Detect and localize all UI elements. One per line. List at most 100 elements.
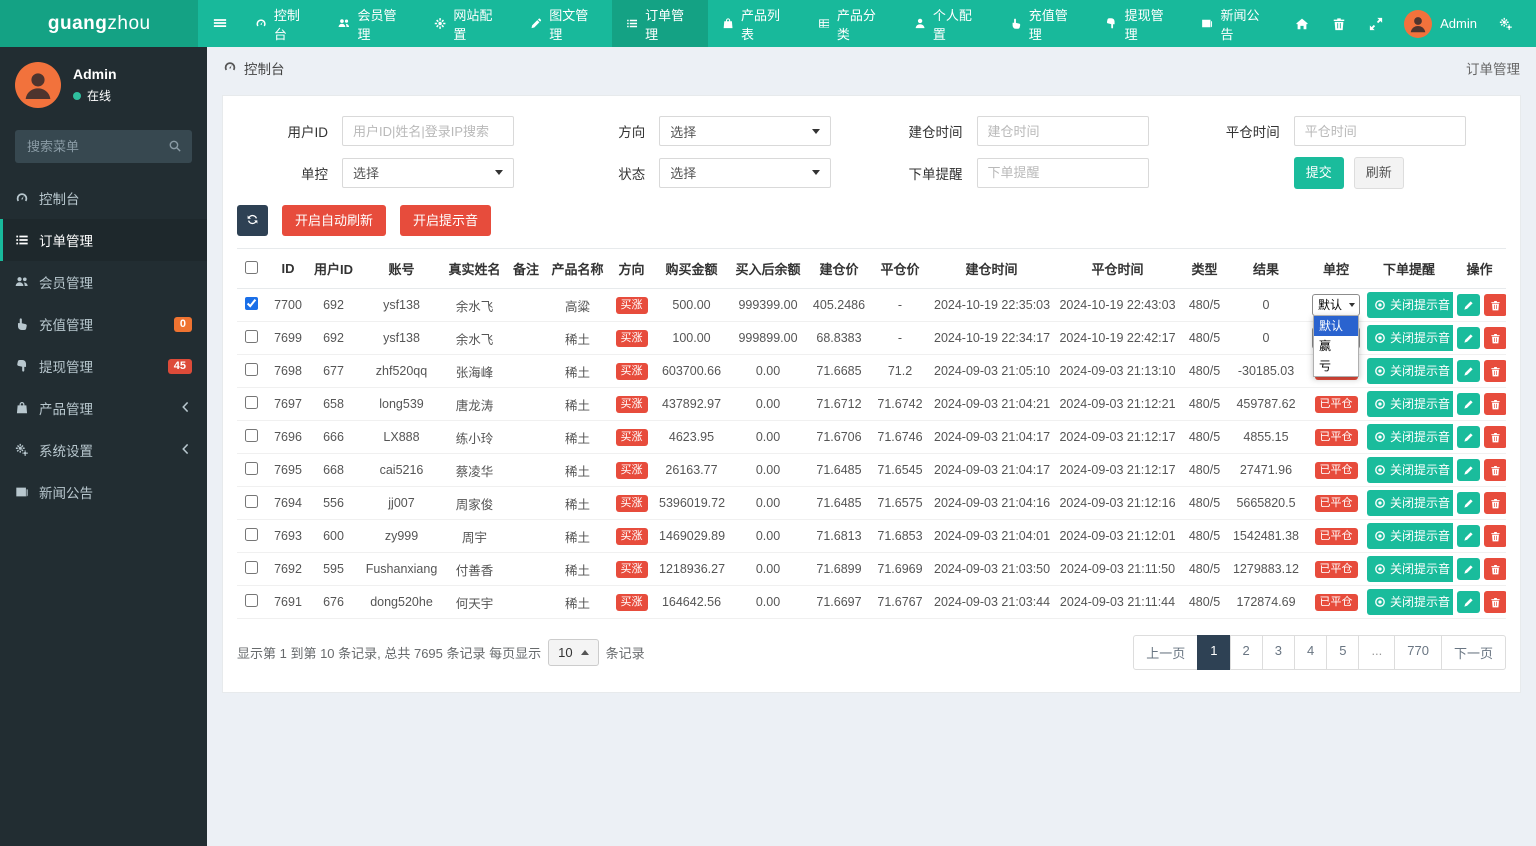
topnav-item-news[interactable]: 新闻公告 [1187,0,1283,47]
order-remind-input[interactable] [976,157,1149,188]
topnav-user[interactable]: Admin [1394,9,1487,38]
trash-icon [1491,465,1500,475]
edit-button[interactable] [1457,525,1480,548]
page-button-5[interactable]: 5 [1326,635,1360,671]
prev-page-button[interactable]: 上一页 [1133,635,1199,671]
topnav-item-console[interactable]: 控制台 [241,0,325,47]
topnav-item-profile[interactable]: 个人配置 [900,0,996,47]
sound-off-button[interactable]: 关闭提示音 [1367,556,1453,583]
delete-button[interactable] [1484,426,1506,449]
control-select[interactable]: 默认 [1311,294,1360,317]
row-checkbox[interactable] [245,528,258,542]
topnav-item-withdraw[interactable]: 提现管理 [1091,0,1187,47]
row-checkbox[interactable] [245,429,258,443]
sound-off-button[interactable]: 关闭提示音 [1367,589,1453,616]
fullscreen-icon[interactable] [1357,0,1394,47]
dropdown-option[interactable]: 亏 [1314,356,1358,376]
refresh-button[interactable] [237,204,268,236]
row-checkbox[interactable] [245,297,258,311]
row-checkbox[interactable] [245,396,258,410]
sound-off-button[interactable]: 关闭提示音 [1367,391,1453,418]
sidebar-item-products[interactable]: 产品管理 [0,387,207,429]
delete-button[interactable] [1484,492,1506,515]
sidebar-avatar [15,62,61,108]
auto-refresh-button[interactable]: 开启自动刷新 [282,204,387,237]
control-select[interactable]: 选择 [342,157,514,188]
edit-button[interactable] [1457,591,1480,614]
sidebar-search-input[interactable] [15,130,192,163]
sidebar-item-recharge[interactable]: 充值管理 0 [0,303,207,345]
delete-button[interactable] [1484,558,1506,581]
sidebar-item-news[interactable]: 新闻公告 [0,471,207,513]
dropdown-option[interactable]: 赢 [1314,336,1358,356]
cell-remind: 关闭提示音 [1365,354,1453,389]
topnav-item-product-list[interactable]: 产品列表 [708,0,804,47]
edit-button[interactable] [1457,393,1480,416]
row-checkbox[interactable] [245,462,258,476]
row-checkbox[interactable] [245,594,258,608]
edit-button[interactable] [1457,360,1480,383]
sound-off-button[interactable]: 关闭提示音 [1367,523,1453,550]
edit-button[interactable] [1457,327,1480,350]
page-button-3[interactable]: 3 [1261,635,1295,671]
row-checkbox[interactable] [245,561,258,575]
sidebar-item-withdraw[interactable]: 提现管理 45 [0,345,207,387]
sound-off-button[interactable]: 关闭提示音 [1367,325,1453,352]
page-button-4[interactable]: 4 [1293,635,1328,671]
sound-off-button[interactable]: 关闭提示音 [1367,358,1453,385]
close-time-input[interactable] [1293,116,1466,146]
trash-icon[interactable] [1320,0,1357,47]
topnav-item-orders[interactable]: 订单管理 [611,0,708,47]
topnav-item-product-category[interactable]: 产品分类 [804,0,900,47]
sound-toggle-button[interactable]: 开启提示音 [400,204,492,237]
edit-button[interactable] [1457,459,1480,482]
user-id-input[interactable] [342,116,514,146]
sound-off-button[interactable]: 关闭提示音 [1367,457,1453,484]
direction-select[interactable]: 选择 [659,116,832,146]
select-all-checkbox[interactable] [245,260,258,274]
delete-button[interactable] [1484,459,1506,482]
brand-logo[interactable]: guang zhou [0,0,199,47]
delete-button[interactable] [1484,360,1506,383]
edit-button[interactable] [1457,426,1480,449]
delete-button[interactable] [1484,591,1506,614]
delete-button[interactable] [1484,393,1506,416]
sidebar-item-members[interactable]: 会员管理 [0,261,207,303]
sidebar-item-settings[interactable]: 系统设置 [0,429,207,471]
sound-off-button[interactable]: 关闭提示音 [1367,424,1453,451]
settings-gears-icon[interactable] [1487,0,1524,47]
page-size-select[interactable]: 10 [548,639,599,667]
row-checkbox[interactable] [245,330,258,344]
page-button-1[interactable]: 1 [1197,635,1231,671]
topnav-item-site-config[interactable]: 网站配置 [420,0,516,47]
edit-button[interactable] [1457,294,1480,317]
submit-button[interactable]: 提交 [1293,157,1344,189]
topnav-item-content[interactable]: 图文管理 [516,0,612,47]
cell-close-price: 71.6853 [868,519,932,554]
page-button-770[interactable]: 770 [1394,635,1442,671]
row-checkbox[interactable] [245,495,258,509]
delete-button[interactable] [1484,327,1506,350]
page-button-2[interactable]: 2 [1229,635,1263,671]
sidebar-user-panel: Admin 在线 [0,47,207,118]
topnav-item-members[interactable]: 会员管理 [324,0,420,47]
home-icon[interactable] [1283,0,1320,47]
delete-button[interactable] [1484,294,1506,317]
delete-button[interactable] [1484,525,1506,548]
status-select[interactable]: 选择 [659,157,832,188]
topnav-item-recharge[interactable]: 充值管理 [996,0,1092,47]
sidebar-item-orders[interactable]: 订单管理 [0,219,207,261]
edit-button[interactable] [1457,558,1480,581]
sound-off-button[interactable]: 关闭提示音 [1367,490,1453,517]
sidebar-toggle-button[interactable] [198,0,240,47]
cell-result: 172874.69 [1225,585,1307,620]
row-checkbox[interactable] [245,363,258,377]
next-page-button[interactable]: 下一页 [1440,635,1506,671]
edit-button[interactable] [1457,492,1480,515]
open-time-input[interactable] [976,116,1149,146]
sound-off-button[interactable]: 关闭提示音 [1367,292,1453,319]
sidebar-item-console[interactable]: 控制台 [0,177,207,219]
filter-refresh-button[interactable]: 刷新 [1353,157,1404,189]
dropdown-option[interactable]: 默认 [1314,316,1358,337]
topnav-item-label: 充值管理 [1028,7,1068,42]
